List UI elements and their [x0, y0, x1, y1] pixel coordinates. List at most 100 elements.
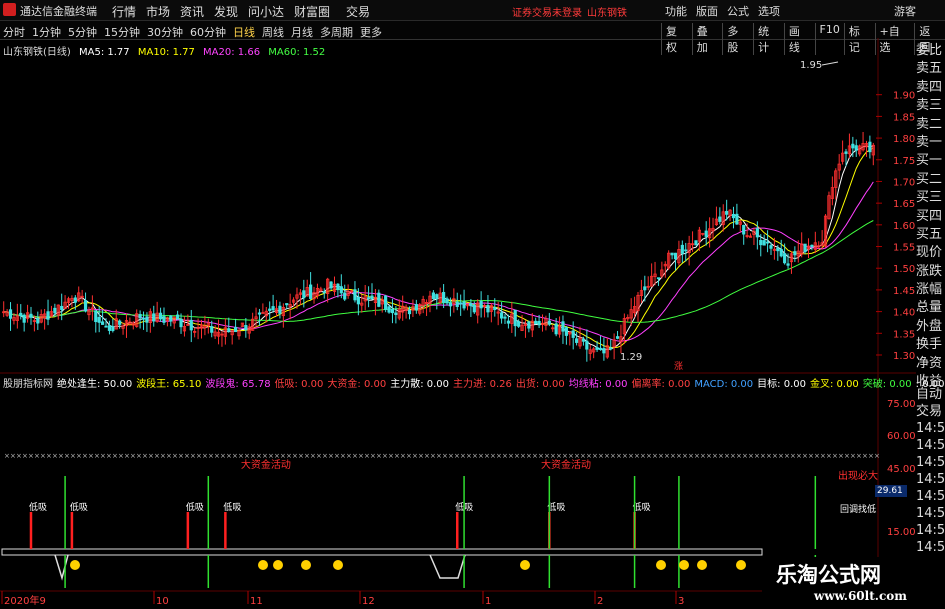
candle-body — [302, 290, 306, 299]
side-quote-label[interactable]: 卖三 — [916, 97, 945, 115]
candle-body — [704, 230, 708, 237]
side-quote-label[interactable]: 净资 — [916, 355, 945, 373]
price-axis-label: 1.40 — [893, 308, 915, 319]
candle-body — [83, 300, 88, 312]
kline-chart[interactable]: 1.90 1.85 1.80 1.75 1.70 1.65 1.60 1.55 1.50 1.45… — [0, 38, 916, 609]
side-quote-label[interactable]: 委比 — [916, 42, 945, 60]
indicator-label: MACD: 0.00 — [694, 379, 754, 390]
side-trade-label[interactable]: 交易 — [916, 403, 945, 420]
signal-cross: × — [124, 452, 130, 460]
side-quote-label[interactable]: 卖一 — [916, 134, 945, 152]
candle-body — [469, 302, 473, 307]
indicator-label: 大资金: 0.00 — [327, 379, 387, 390]
side-trade-label[interactable]: 14:55 — [916, 488, 945, 505]
price-axis-label: 1.80 — [893, 134, 915, 145]
app-logo-icon — [3, 3, 16, 16]
candle-body — [336, 283, 340, 291]
ma5-label: MA5: 1.77 — [79, 47, 130, 58]
notice-stock[interactable]: 山东钢铁 — [587, 4, 627, 19]
signal-cross: × — [214, 452, 220, 460]
side-quote-label[interactable]: 买四 — [916, 208, 945, 226]
candle-body — [414, 304, 418, 311]
side-quote-label[interactable]: 外盘 — [916, 318, 945, 336]
menu-banmian[interactable]: 版面 — [696, 3, 718, 19]
side-trade-label[interactable]: 14:55 — [916, 522, 945, 539]
signal-cross: × — [76, 452, 82, 460]
side-trade-label[interactable]: 14:55 — [916, 420, 945, 437]
side-quote-label[interactable]: 买五 — [916, 226, 945, 244]
signal-cross: × — [850, 452, 856, 460]
candle-body — [564, 327, 568, 336]
price-axis-label: 1.90 — [893, 91, 915, 102]
side-quote-label[interactable]: 涨跌 — [916, 263, 945, 281]
menu-shichang[interactable]: 市场 — [146, 3, 180, 20]
date-axis-label: 3 — [678, 596, 684, 607]
candle-body — [343, 292, 347, 300]
candle-body — [493, 306, 497, 311]
signal-cross: × — [472, 452, 478, 460]
side-quote-label[interactable]: 涨幅 — [916, 281, 945, 299]
candle-body — [210, 326, 214, 333]
side-quote-label[interactable]: 总量 — [916, 299, 945, 317]
candle-body — [445, 298, 449, 304]
side-trade-label[interactable]: 14:55 — [916, 471, 945, 488]
side-trade-label[interactable]: 14:55 — [916, 454, 945, 471]
menu-faxian[interactable]: 发现 — [214, 3, 248, 20]
menu-hangqing[interactable]: 行情 — [112, 3, 146, 20]
side-quote-label[interactable]: 买一 — [916, 152, 945, 170]
signal-cross: × — [580, 452, 586, 460]
signal-cross: × — [424, 452, 430, 460]
signal-cross: × — [40, 452, 46, 460]
side-quote-label[interactable]: 买三 — [916, 189, 945, 207]
side-quote-label[interactable]: 卖四 — [916, 79, 945, 97]
ma-line-ma60 — [3, 220, 874, 323]
band-dip — [54, 554, 69, 581]
menu-gongshi[interactable]: 公式 — [727, 3, 749, 19]
signal-cross: × — [388, 452, 394, 460]
side-trade-label[interactable]: 14:55 — [916, 505, 945, 522]
signal-cross: × — [376, 452, 382, 460]
signal-cross: × — [280, 452, 286, 460]
side-quote-label[interactable]: 现价 — [916, 244, 945, 262]
indicator-label: 出货: 0.00 — [515, 379, 565, 390]
menu-xuanxiang[interactable]: 选项 — [758, 3, 780, 19]
ma60-label: MA60: 1.52 — [268, 47, 326, 58]
candle-body — [731, 213, 736, 219]
signal-cross: × — [514, 452, 520, 460]
login-notice[interactable]: 证券交易未登录 — [512, 4, 582, 19]
menu-zixun[interactable]: 资讯 — [180, 3, 214, 20]
signal-cross: × — [172, 452, 178, 460]
signal-cross: × — [784, 452, 790, 460]
candle-body — [581, 338, 586, 342]
signal-cross: × — [544, 452, 550, 460]
candle-body — [366, 297, 371, 300]
band-dip — [429, 554, 466, 579]
low-price-label: 1.29 — [620, 352, 642, 363]
signal-cross: × — [394, 452, 400, 460]
signal-cross: × — [592, 452, 598, 460]
signal-cross: × — [730, 452, 736, 460]
stock-title[interactable]: 山东钢铁(日线) — [3, 47, 71, 58]
menu-jiaoyi[interactable]: 交易 — [346, 3, 380, 20]
side-trade-label[interactable]: 14:55 — [916, 539, 945, 556]
signal-cross: × — [94, 452, 100, 460]
side-quote-label[interactable]: 换手 — [916, 336, 945, 354]
guest-label[interactable]: 游客 — [894, 3, 916, 19]
side-trade-label[interactable]: 自动 — [916, 386, 945, 403]
menu-wenxiaoda[interactable]: 问小达 — [248, 3, 294, 20]
signal-cross: × — [460, 452, 466, 460]
big-fund-label: 大资金活动 — [541, 458, 591, 471]
signal-cross: × — [646, 452, 652, 460]
high-price-arrow — [821, 61, 839, 66]
menu-gongneng[interactable]: 功能 — [665, 3, 687, 19]
side-trade-label[interactable]: 14:55 — [916, 437, 945, 454]
side-quote-label[interactable]: 买二 — [916, 171, 945, 189]
signal-cross: × — [742, 452, 748, 460]
chuxian-label: 出现必大 — [838, 469, 878, 482]
side-quote-label[interactable]: 卖五 — [916, 60, 945, 78]
side-quote-label[interactable]: 卖二 — [916, 116, 945, 134]
indicator-label: 金叉: 0.00 — [809, 379, 859, 390]
menu-caifuquan[interactable]: 财富圈 — [294, 3, 346, 20]
price-axis-label: 1.70 — [893, 177, 915, 188]
signal-cross: × — [814, 452, 820, 460]
